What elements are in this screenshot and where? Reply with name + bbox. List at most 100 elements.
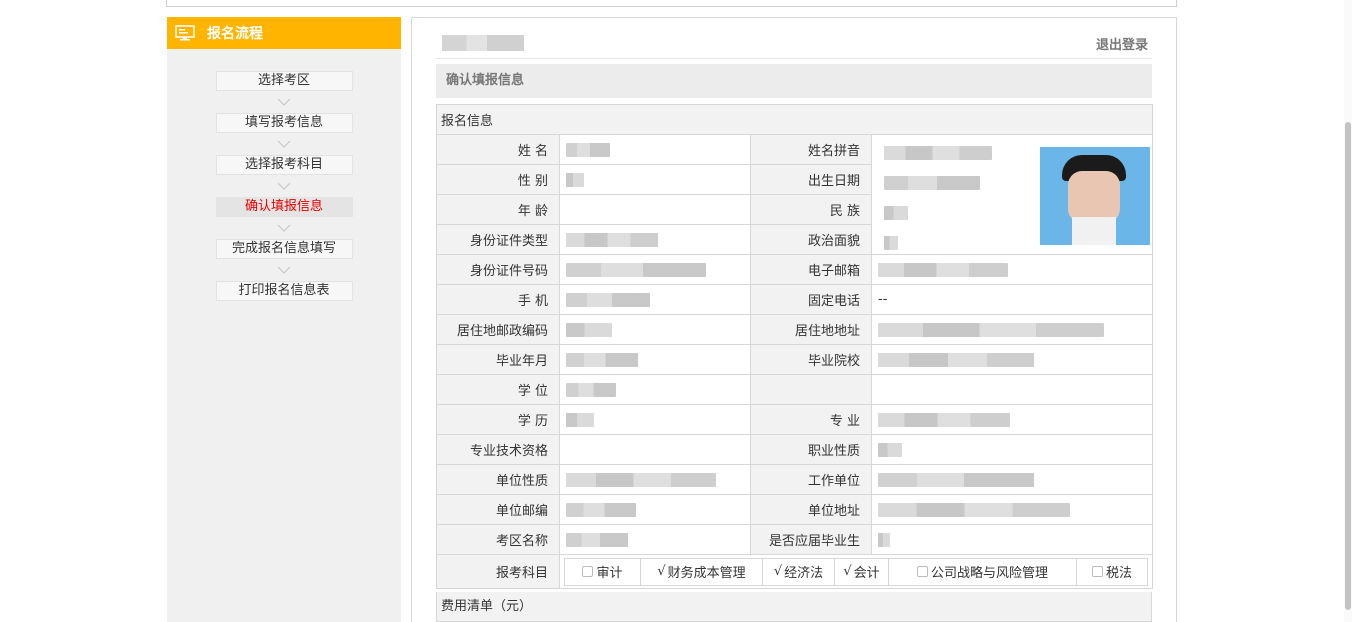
- value-unit: [870, 464, 1154, 495]
- label-phone: 固定电话: [750, 284, 872, 315]
- checkbox-icon[interactable]: [582, 566, 594, 577]
- label-age: 年 龄: [436, 194, 560, 225]
- value-unit-address: [870, 494, 1154, 525]
- step-confirm-info[interactable]: 确认填报信息: [215, 197, 353, 217]
- value-id-type: [559, 224, 751, 255]
- value-subjects: 审计 √ 财务成本管理 √ 经济法 √ 会计 公司战略与风险管理 税法: [558, 554, 1154, 589]
- label-major: 专 业: [750, 404, 872, 435]
- label-qualification: 专业技术资格: [436, 434, 560, 465]
- checkmark-icon: √: [773, 564, 783, 579]
- value-pinyin-photo: [870, 134, 1154, 255]
- value-mobile: [559, 284, 751, 315]
- label-job-type: 职业性质: [750, 434, 872, 465]
- step-select-area[interactable]: 选择考区: [215, 71, 353, 91]
- checkbox-icon[interactable]: [916, 566, 928, 577]
- logout-link[interactable]: 退出登录: [1096, 34, 1148, 53]
- checkmark-icon: √: [843, 564, 852, 579]
- label-unit-zip: 单位邮编: [436, 494, 560, 525]
- chevron-down-icon: [276, 175, 292, 197]
- value-id-no: [559, 254, 751, 285]
- value-fresh-grad: [870, 524, 1154, 555]
- label-pinyin: 姓名拼音: [750, 134, 872, 165]
- sidebar: 报名流程 选择考区 填写报考信息 选择报考科目 确认填报信息 完成报名信息填写 …: [167, 17, 401, 622]
- label-id-type: 身份证件类型: [436, 224, 560, 255]
- chevron-down-icon: [276, 91, 292, 113]
- step-complete[interactable]: 完成报名信息填写: [215, 239, 353, 259]
- section-title: 确认填报信息: [436, 64, 1152, 98]
- value-major: [870, 404, 1154, 435]
- label-address: 居住地地址: [750, 314, 872, 345]
- label-zip: 居住地邮政编码: [436, 314, 560, 345]
- divider: [436, 58, 1152, 59]
- label-political: 政治面貌: [750, 224, 872, 255]
- checkbox-icon[interactable]: [1092, 566, 1103, 577]
- chevron-down-icon: [276, 217, 292, 239]
- info-table: 报名信息 姓 名 姓名拼音 性 别 出生日期 年 龄 民 族 身份证件类型 政治…: [435, 104, 1154, 589]
- label-school: 毕业院校: [750, 344, 872, 375]
- label-unit-address: 单位地址: [750, 494, 872, 525]
- value-empty: [870, 374, 1154, 405]
- subject-list: 审计 √ 财务成本管理 √ 经济法 √ 会计 公司战略与风险管理 税法: [564, 557, 1149, 586]
- value-unit-type: [559, 464, 751, 495]
- fee-title: 费用清单（元）: [436, 592, 1152, 622]
- label-unit-type: 单位性质: [436, 464, 560, 495]
- label-email: 电子邮箱: [750, 254, 872, 285]
- chevron-down-icon: [276, 259, 292, 281]
- subject-label: 财务成本管理: [667, 566, 746, 581]
- value-school: [870, 344, 1154, 375]
- value-address: [870, 314, 1154, 345]
- label-birth: 出生日期: [750, 164, 872, 195]
- value-unit-zip: [559, 494, 751, 525]
- subject-audit[interactable]: 审计: [565, 558, 641, 585]
- subject-label: 公司战略与风险管理: [930, 566, 1048, 581]
- chevron-down-icon: [276, 133, 292, 155]
- value-age: [559, 194, 751, 225]
- subject-accounting[interactable]: √ 会计: [835, 558, 889, 585]
- value-job-type: [870, 434, 1154, 465]
- step-select-subjects[interactable]: 选择报考科目: [215, 155, 353, 175]
- step-print[interactable]: 打印报名信息表: [215, 281, 353, 301]
- value-email: [870, 254, 1154, 285]
- step-fill-info[interactable]: 填写报考信息: [215, 113, 353, 133]
- subject-label: 审计: [596, 566, 623, 581]
- value-phone: --: [870, 284, 1154, 315]
- scroll-thumb[interactable]: [1345, 122, 1351, 610]
- label-fresh-grad: 是否应届毕业生: [750, 524, 872, 555]
- subject-financial-cost[interactable]: √ 财务成本管理: [641, 558, 763, 585]
- username-redacted: [442, 35, 524, 51]
- label-subjects: 报考科目: [436, 554, 560, 589]
- value-degree: [559, 374, 751, 405]
- scrollbar[interactable]: [1344, 0, 1352, 622]
- sidebar-header: 报名流程: [167, 17, 401, 49]
- label-grad-month: 毕业年月: [436, 344, 560, 375]
- label-name: 姓 名: [436, 134, 560, 165]
- label-education: 学 历: [436, 404, 560, 435]
- applicant-photo: [1040, 147, 1150, 245]
- value-education: [559, 404, 751, 435]
- subject-label: 税法: [1106, 566, 1133, 581]
- label-exam-area: 考区名称: [436, 524, 560, 555]
- value-exam-area: [559, 524, 751, 555]
- table-title: 报名信息: [435, 104, 1154, 135]
- label-unit: 工作单位: [750, 464, 872, 495]
- label-ethnic: 民 族: [750, 194, 872, 225]
- subject-economic-law[interactable]: √ 经济法: [763, 558, 835, 585]
- step-list: 选择考区 填写报考信息 选择报考科目 确认填报信息 完成报名信息填写 打印报名信…: [167, 49, 401, 301]
- value-name: [559, 134, 751, 165]
- subject-tax-law[interactable]: 税法: [1077, 559, 1147, 585]
- label-id-no: 身份证件号码: [436, 254, 560, 285]
- label-mobile: 手 机: [436, 284, 560, 315]
- label-empty: [750, 374, 872, 405]
- value-gender: [559, 164, 751, 195]
- monitor-icon: [175, 25, 195, 41]
- checkmark-icon: √: [657, 564, 666, 579]
- top-frame: [166, 0, 1177, 7]
- sidebar-title: 报名流程: [207, 26, 263, 42]
- subject-strategy-risk[interactable]: 公司战略与风险管理: [889, 558, 1077, 585]
- main-panel: 退出登录 确认填报信息 报名信息 姓 名 姓名拼音 性 别 出生日期 年 龄 民…: [411, 17, 1177, 622]
- subject-label: 经济法: [784, 566, 824, 581]
- subject-label: 会计: [853, 566, 880, 581]
- value-qualification: [559, 434, 751, 465]
- value-zip: [559, 314, 751, 345]
- label-gender: 性 别: [436, 164, 560, 195]
